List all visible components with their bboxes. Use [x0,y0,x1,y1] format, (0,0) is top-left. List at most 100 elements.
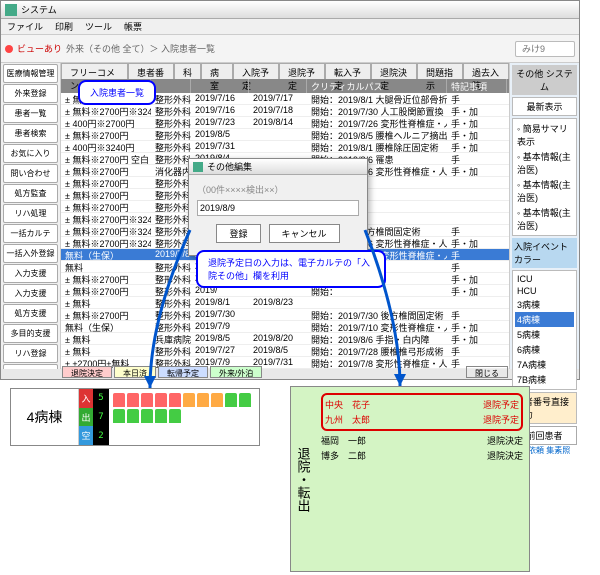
table-row[interactable]: ± 無料※2700円※3240円整形外科2019/7/162019/7/18開始… [61,105,509,117]
bed-icon[interactable] [155,393,167,407]
edit-dialog: その他編集 （00件××××検出××） 登録 キャンセル [188,158,368,256]
col [191,79,249,93]
sidebar-button[interactable]: 入力支援 [3,264,58,283]
table-row[interactable]: ± 無料整形外科2019/8/12019/8/23 [61,297,509,309]
sidebar-button[interactable]: 医療情報管理 [3,64,58,83]
table-row[interactable]: 無料（生保）整形外科2019/7/9開始：2019/7/10 変形性脊椎症・人工… [61,321,509,333]
sidebar-button[interactable]: 多目的支援 [3,324,58,343]
sidebar-button[interactable]: 問い合わせ [3,164,58,183]
bed-icon[interactable] [239,393,251,407]
bed-icon[interactable] [197,393,209,407]
col [249,79,307,93]
ward-item[interactable]: 7B病棟 [515,372,574,387]
sidebar-left: 医療情報管理外来登録患者一覧患者検索お気に入り問い合わせ処方監査リハ処理一括カル… [1,63,61,369]
titlebar: システム [1,1,579,19]
table-row[interactable]: ± 無料兵庫病院2019/8/52019/8/20開始：2019/8/6 手指・… [61,333,509,345]
sidebar-button[interactable]: 入力支援 [3,284,58,303]
menu-report[interactable]: 帳票 [124,20,142,33]
sidebar-button[interactable]: 外来登録 [3,84,58,103]
bed-icon[interactable] [183,393,195,407]
discharge-row[interactable]: 福岡 一郎退院決定 [321,433,523,448]
table-row[interactable]: ± 無料※2700円整形外科2019/8/5開始：2019/8/5 腰椎ヘルニア… [61,129,509,141]
sidebar-button[interactable]: リハ処理 [3,204,58,223]
display-option[interactable]: ◦ 簡易サマリ表示 [515,121,574,149]
sidebar-button[interactable]: リハ登録 [3,344,58,363]
tab[interactable]: 科 [174,63,201,79]
bed-icon[interactable] [141,409,153,423]
callout-discharge-date: 退院予定日の入力は、電子カルテの「入院その他」欄を利用 [196,250,386,288]
display-option[interactable]: ◦ 基本情報(主治医) [515,149,574,177]
bed-icon[interactable] [127,409,139,423]
today-done-button[interactable]: 本日済 [114,366,156,378]
menu-file[interactable]: ファイル [7,20,43,33]
view-mode[interactable]: ビューあり [17,42,62,55]
tab[interactable]: 過去入院 [463,63,509,79]
sidebar-button[interactable]: 患者一覧 [3,104,58,123]
stat-value: 7 [93,408,109,427]
ward-item[interactable]: ICU [515,273,574,285]
bed-icon[interactable] [169,393,181,407]
bed-icon[interactable] [113,409,125,423]
table-row[interactable]: ± 400円※3240円整形外科2019/7/31開始：2019/8/1 腰椎除… [61,141,509,153]
table-row[interactable]: ± 無料整形外科2019/7/272019/8/5開始：2019/7/28 腰椎… [61,345,509,357]
bed-icon[interactable] [225,393,237,407]
dialog-icon [193,162,203,172]
tab[interactable]: 退院予定 [279,63,325,79]
refresh-label[interactable]: 最新表示 [515,100,574,113]
tab[interactable]: 転入予定 [325,63,371,79]
discharge-row[interactable]: 九州 太郎退院予定 [325,412,519,427]
display-option[interactable]: ◦ 基本情報(主治医) [515,177,574,205]
sidebar-button[interactable]: 一括カルテ [3,224,58,243]
sidebar-button[interactable]: 患者検索 [3,124,58,143]
bed-icon[interactable] [211,393,223,407]
discharge-list: 中央 花子退院予定九州 太郎退院予定 福岡 一郎退院決定博多 二郎退院決定 [315,387,529,571]
sidebar-button[interactable]: 処方支援 [3,304,58,323]
ward-item[interactable]: 6病棟 [515,342,574,357]
close-button[interactable]: 閉じる [466,366,508,378]
sidebar-button[interactable]: 一括入外登録 [3,244,58,263]
ward-item[interactable]: 5病棟 [515,327,574,342]
cancel-button[interactable]: キャンセル [269,224,340,243]
app-icon [5,4,17,16]
ward-panel: 4病棟 入5出7空2 [10,388,260,446]
tab[interactable]: 退院決定 [371,63,417,79]
tab[interactable]: 病室 [201,63,233,79]
bed-icon[interactable] [155,409,167,423]
discharge-row[interactable]: 博多 二郎退院決定 [321,448,523,463]
tab[interactable]: フリーコメント [61,63,128,79]
col: 特記事項 [447,79,507,93]
tab[interactable]: 問題指示 [417,63,463,79]
bed-icon[interactable] [113,393,125,407]
tab[interactable]: 患者番号 [128,63,174,79]
table-row[interactable]: ± 無料※2700円整形外科2019/7/30開始：2019/7/30 後方椎間… [61,309,509,321]
sidebar-right: その他 システム 最新表示 ◦ 簡易サマリ表示◦ 基本情報(主治医)◦ 基本情報… [509,63,579,369]
ward-item[interactable]: 7A病棟 [515,357,574,372]
dialog-label: （00件××××検出××） [197,183,359,196]
menu-print[interactable]: 印刷 [55,20,73,33]
menu-tool[interactable]: ツール [85,20,112,33]
ward-item[interactable]: HCU [515,285,574,297]
display-option[interactable]: ◦ 基本情報(主治医) [515,205,574,233]
tab[interactable]: 入院予定 [233,63,279,79]
sidebar-button[interactable]: お気に入り [3,144,58,163]
stat-value: 2 [93,426,109,445]
date-input[interactable] [197,200,359,216]
register-button[interactable]: 登録 [216,224,260,243]
bed-icon[interactable] [127,393,139,407]
ward-item[interactable]: 4病棟 [515,312,574,327]
discharge-decided-button[interactable]: 退院決定 [62,366,112,378]
outpatient-button[interactable]: 外来/外泊 [210,366,262,378]
bed-icon[interactable] [141,393,153,407]
search-input[interactable] [515,41,575,57]
discharge-panel: 退院・転出 中央 花子退院予定九州 太郎退院予定 福岡 一郎退院決定博多 二郎退… [290,386,530,572]
breadcrumb: 外来（その他 全て）＞ 入院患者一覧 [66,42,215,55]
discharge-row[interactable]: 中央 花子退院予定 [325,397,519,412]
footer-buttons: 退院決定 本日済 転帰予定 外来/外泊 閉じる [61,365,509,379]
callout-text: 退院予定日の入力は、電子カルテの「入院その他」欄を利用 [208,258,370,281]
sidebar-button[interactable]: システム設定 [3,364,58,369]
table-row[interactable]: ± 400円※2700円整形外科2019/7/232019/8/14開始：201… [61,117,509,129]
bed-icon[interactable] [169,409,181,423]
sidebar-button[interactable]: 処方監査 [3,184,58,203]
transfer-button[interactable]: 転帰予定 [158,366,208,378]
ward-item[interactable]: 3病棟 [515,297,574,312]
